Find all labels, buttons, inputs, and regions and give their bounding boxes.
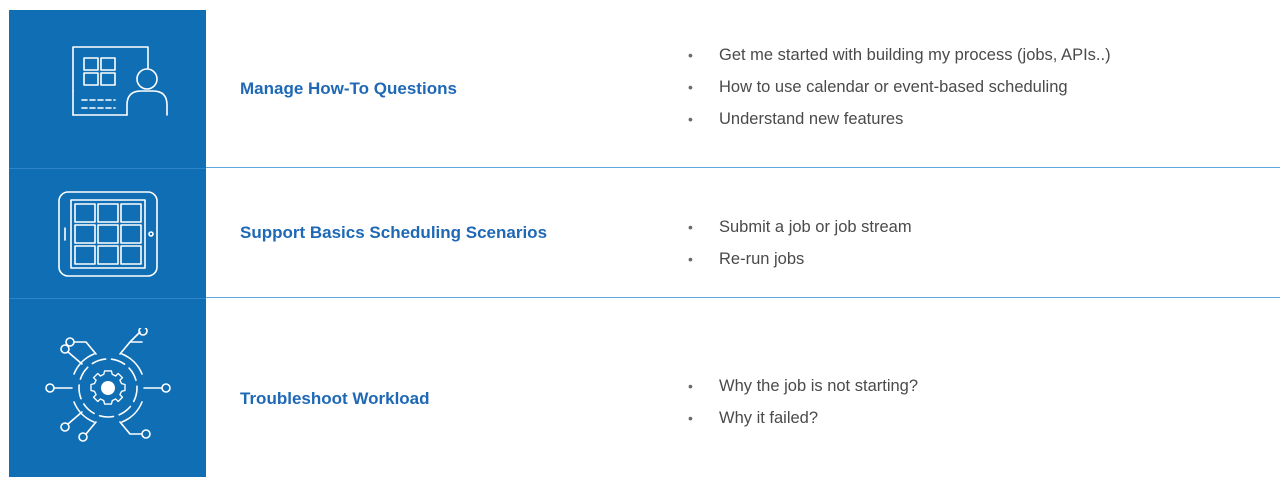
list-item-text: Submit a job or job stream	[719, 218, 912, 236]
gear-network-icon	[38, 328, 178, 448]
bullet-symbol: •	[688, 407, 693, 429]
bullet-list: • Submit a job or job stream • Re-run jobs	[680, 216, 1275, 280]
list-item-text: Get me started with building my process …	[719, 46, 1111, 64]
list-item-text: Why it failed?	[719, 409, 818, 427]
row-title: Manage How-To Questions	[240, 77, 570, 101]
icon-panel	[9, 10, 206, 168]
bullet-symbol: •	[688, 44, 693, 66]
bullet-symbol: •	[688, 375, 693, 397]
presentation-board-person-icon	[43, 41, 173, 137]
list-item: • Why it failed?	[680, 407, 1275, 439]
list-item-text: Why the job is not starting?	[719, 377, 918, 395]
list-item: • Re-run jobs	[680, 248, 1275, 280]
list-item-text: Re-run jobs	[719, 250, 804, 268]
row-title: Troubleshoot Workload	[240, 387, 570, 411]
row-manage-how-to: Manage How-To Questions • Get me started …	[0, 10, 1280, 168]
bullet-list: • Why the job is not starting? • Why it fa…	[680, 375, 1275, 439]
list-item: • Submit a job or job stream	[680, 216, 1275, 248]
list-item: • Why the job is not starting?	[680, 375, 1275, 407]
list-item: • How to use calendar or event-based sche…	[680, 76, 1275, 108]
bullet-symbol: •	[688, 108, 693, 130]
row-support-basics: Support Basics Scheduling Scenarios • Sub…	[0, 168, 1280, 298]
list-item-text: How to use calendar or event-based sched…	[719, 78, 1068, 96]
icon-panel	[9, 298, 206, 477]
bullet-list: • Get me started with building my process…	[680, 44, 1275, 140]
row-title: Support Basics Scheduling Scenarios	[240, 221, 570, 245]
list-item: • Get me started with building my process…	[680, 44, 1275, 76]
list-item-text: Understand new features	[719, 110, 903, 128]
tablet-grid-calendar-icon	[53, 186, 163, 282]
bullet-symbol: •	[688, 76, 693, 98]
bullet-symbol: •	[688, 248, 693, 270]
list-item: • Understand new features	[680, 108, 1275, 140]
bullet-symbol: •	[688, 216, 693, 238]
icon-panel	[9, 168, 206, 299]
row-troubleshoot: Troubleshoot Workload • Why the job is no…	[0, 298, 1280, 476]
